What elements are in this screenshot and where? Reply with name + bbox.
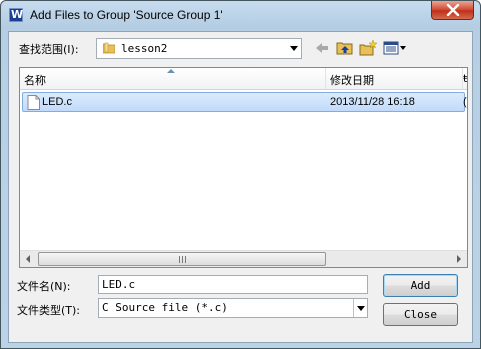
folder-icon (103, 42, 115, 54)
file-name: LED.c (42, 96, 72, 108)
scroll-left-button[interactable] (20, 251, 37, 267)
filename-label: 文件名(N): (17, 280, 71, 293)
column-header-name[interactable]: 名称 (20, 68, 326, 89)
filename-input[interactable]: LED.c (98, 275, 368, 294)
scroll-thumb[interactable] (38, 252, 326, 266)
dialog-body: 查找范围(I): lesson2 名称 修改日期 ŧ LED.c 2013/11… (8, 31, 473, 343)
filetype-dropdown-arrow[interactable] (353, 299, 367, 317)
chevron-down-icon (357, 306, 365, 311)
app-icon: W (9, 8, 24, 22)
add-button[interactable]: Add (383, 274, 458, 297)
list-item[interactable]: LED.c 2013/11/28 16:18 ( (22, 92, 467, 112)
column-header-modified[interactable]: 修改日期 (326, 68, 463, 89)
filetype-dropdown[interactable]: C Source file (*.c) (98, 298, 368, 318)
sort-ascending-icon (167, 69, 175, 73)
column-header-type[interactable]: ŧ (463, 68, 469, 89)
file-extra: ( (463, 96, 467, 108)
lookin-label: 查找范围(I): (19, 43, 79, 56)
filetype-value: C Source file (*.c) (102, 301, 228, 314)
up-folder-icon[interactable] (335, 39, 355, 57)
close-button[interactable]: Close (383, 303, 458, 326)
close-icon (446, 4, 460, 16)
grip-icon (179, 256, 187, 263)
back-arrow-icon[interactable] (312, 39, 332, 57)
scroll-right-button[interactable] (450, 251, 467, 267)
list-header: 名称 修改日期 ŧ (20, 68, 467, 90)
scroll-right-icon (457, 255, 461, 263)
scroll-left-icon (26, 255, 30, 263)
horizontal-scrollbar[interactable] (20, 250, 467, 267)
file-modified: 2013/11/28 16:18 (330, 96, 415, 108)
new-folder-icon[interactable] (358, 39, 378, 57)
file-list[interactable]: 名称 修改日期 ŧ LED.c 2013/11/28 16:18 ( (19, 67, 468, 268)
c-file-icon (27, 95, 40, 110)
lookin-dropdown-arrow[interactable] (287, 39, 301, 58)
view-menu-icon[interactable] (382, 39, 408, 57)
filetype-label: 文件类型(T): (17, 304, 81, 317)
lookin-dropdown[interactable]: lesson2 (96, 38, 302, 59)
dialog-window: W Add Files to Group 'Source Group 1' 查找… (0, 0, 481, 349)
lookin-value: lesson2 (121, 42, 168, 55)
chevron-down-icon (290, 46, 298, 51)
title-bar[interactable]: W Add Files to Group 'Source Group 1' (1, 1, 480, 31)
window-title: Add Files to Group 'Source Group 1' (30, 8, 223, 22)
close-window-button[interactable] (431, 1, 474, 20)
